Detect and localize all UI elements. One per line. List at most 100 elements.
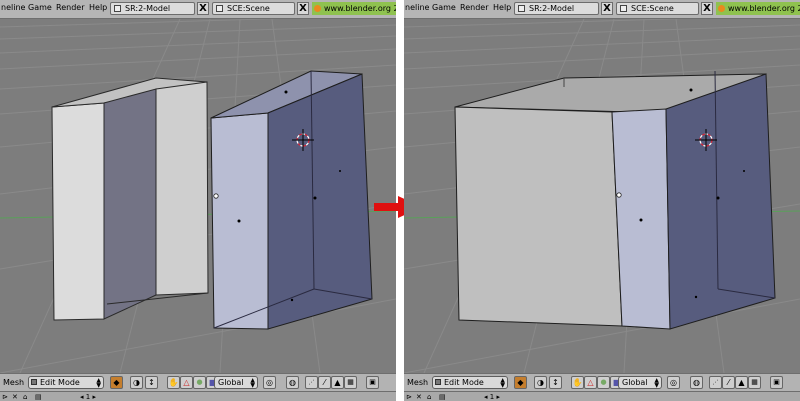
mode-dropdown[interactable]: Edit Mode ▲ ▼: [432, 376, 508, 389]
menu-game[interactable]: Game: [432, 3, 456, 12]
website-url: www.blender.org 244: [324, 4, 396, 13]
render-preview-icon[interactable]: ▣: [770, 376, 783, 389]
footer-icon-1[interactable]: ⊳: [406, 393, 412, 401]
vertex-select-icon[interactable]: ⋰: [305, 376, 318, 389]
mode-value: Edit Mode: [444, 378, 484, 387]
face-select-icon[interactable]: ▲: [331, 376, 344, 389]
scene-selector[interactable]: SCE:Scene: [616, 2, 699, 15]
orientation-dropdown[interactable]: Global ▲ ▼: [214, 376, 258, 389]
object-select-icon[interactable]: ◍: [286, 376, 299, 389]
updown-arrows-icon: ▲ ▼: [96, 377, 101, 389]
scene-close-button[interactable]: X: [297, 2, 309, 15]
footer-bar: ⊳ ✕ ⌂ ▤ ◂ 1 ▸: [404, 391, 800, 401]
footer-icon-4[interactable]: ▤: [439, 393, 446, 401]
updown-arrows-icon: ▲ ▼: [250, 377, 255, 389]
updown-arrows-icon: ▲ ▼: [500, 377, 505, 389]
face-select-icon[interactable]: ▲: [735, 376, 748, 389]
menu-game[interactable]: Game: [28, 3, 52, 12]
selected-half-box[interactable]: [210, 70, 373, 330]
scene-close-button[interactable]: X: [701, 2, 713, 15]
scene-name: SCE:Scene: [227, 4, 270, 13]
gray-half-box[interactable]: [51, 77, 209, 321]
website-link[interactable]: www.blender.org 244: [716, 2, 800, 15]
screen-name: SR:2-Model: [125, 4, 171, 13]
pivot-icon[interactable]: ↕: [549, 376, 562, 389]
3d-viewport[interactable]: [404, 19, 800, 373]
translate-manipulator-icon[interactable]: △: [180, 376, 193, 389]
info-header: neline Game Render Help SR:2-Model X SCE…: [0, 0, 396, 19]
edit-mode-icon: [435, 379, 441, 385]
layer-value: 1: [489, 393, 495, 401]
screen-icon: [518, 5, 525, 12]
blender-logo-icon: [718, 5, 725, 12]
website-link[interactable]: www.blender.org 244: [312, 2, 396, 15]
mode-value: Edit Mode: [40, 378, 80, 387]
menu-help[interactable]: Help: [493, 3, 511, 12]
translate-manipulator-icon[interactable]: △: [584, 376, 597, 389]
rotate-manipulator-icon[interactable]: ●: [193, 376, 206, 389]
3d-view-header: Mesh Edit Mode ▲ ▼ ◆ ◑ ↕ ✋ △ ● ■ Global ▲ ▼ …: [0, 373, 396, 392]
occlude-geometry-icon[interactable]: ▦: [748, 376, 761, 389]
shading-icon[interactable]: ◑: [130, 376, 143, 389]
footer-icon-3[interactable]: ⌂: [427, 393, 431, 401]
menu-timeline[interactable]: neline: [405, 3, 429, 12]
rotate-manipulator-icon[interactable]: ●: [597, 376, 610, 389]
object-origin-dot: [616, 192, 622, 198]
layer-field[interactable]: ◂ 1 ▸: [80, 393, 96, 401]
occlude-geometry-icon[interactable]: ▦: [344, 376, 357, 389]
footer-icon-1[interactable]: ⊳: [2, 393, 8, 401]
mode-dropdown[interactable]: Edit Mode ▲ ▼: [28, 376, 104, 389]
info-header: neline Game Render Help SR:2-Model X SCE…: [404, 0, 800, 19]
screen-close-button[interactable]: X: [197, 2, 209, 15]
layer-field[interactable]: ◂ 1 ▸: [484, 393, 500, 401]
viewport-scene: [404, 19, 800, 373]
3d-viewport[interactable]: [0, 19, 396, 373]
proportional-edit-icon[interactable]: ◎: [263, 376, 276, 389]
manipulator-hand-icon[interactable]: ✋: [167, 376, 180, 389]
screen-selector[interactable]: SR:2-Model: [110, 2, 195, 15]
scene-selector[interactable]: SCE:Scene: [212, 2, 295, 15]
joined-box[interactable]: [454, 70, 776, 330]
manipulator-hand-icon[interactable]: ✋: [571, 376, 584, 389]
layer-value: 1: [85, 393, 91, 401]
edge-select-icon[interactable]: ⁄: [722, 376, 735, 389]
mesh-menu[interactable]: Mesh: [3, 378, 24, 387]
pivot-icon[interactable]: ↕: [145, 376, 158, 389]
menu-render[interactable]: Render: [460, 3, 488, 12]
footer-bar: ⊳ ✕ ⌂ ▤ ◂ 1 ▸: [0, 391, 396, 401]
menu-timeline[interactable]: neline: [1, 3, 25, 12]
shading-icon[interactable]: ◑: [534, 376, 547, 389]
screen-selector[interactable]: SR:2-Model: [514, 2, 599, 15]
draw-type-icon[interactable]: ◆: [110, 376, 123, 389]
right-blender-window: neline Game Render Help SR:2-Model X SCE…: [404, 0, 800, 401]
object-select-icon[interactable]: ◍: [690, 376, 703, 389]
website-url: www.blender.org 244: [728, 4, 800, 13]
menu-help[interactable]: Help: [89, 3, 107, 12]
orientation-value: Global: [622, 378, 648, 387]
updown-arrows-icon: ▲ ▼: [654, 377, 659, 389]
object-origin-dot: [213, 193, 219, 199]
edit-mode-icon: [31, 379, 37, 385]
vertex-select-icon[interactable]: ⋰: [709, 376, 722, 389]
blender-logo-icon: [314, 5, 321, 12]
3d-view-header: Mesh Edit Mode ▲ ▼ ◆ ◑ ↕ ✋ △ ● ■ Global ▲ ▼ …: [404, 373, 800, 392]
edge-select-icon[interactable]: ⁄: [318, 376, 331, 389]
footer-icon-2[interactable]: ✕: [416, 393, 422, 401]
screen-icon: [114, 5, 121, 12]
screen-name: SR:2-Model: [529, 4, 575, 13]
viewport-scene: [0, 19, 396, 373]
footer-icon-4[interactable]: ▤: [35, 393, 42, 401]
render-preview-icon[interactable]: ▣: [366, 376, 379, 389]
mesh-menu[interactable]: Mesh: [407, 378, 428, 387]
scene-icon: [620, 5, 627, 12]
scene-icon: [216, 5, 223, 12]
orientation-dropdown[interactable]: Global ▲ ▼: [618, 376, 662, 389]
menu-render[interactable]: Render: [56, 3, 84, 12]
draw-type-icon[interactable]: ◆: [514, 376, 527, 389]
left-blender-window: neline Game Render Help SR:2-Model X SCE…: [0, 0, 396, 401]
screen-close-button[interactable]: X: [601, 2, 613, 15]
scene-name: SCE:Scene: [631, 4, 674, 13]
proportional-edit-icon[interactable]: ◎: [667, 376, 680, 389]
footer-icon-3[interactable]: ⌂: [23, 393, 27, 401]
footer-icon-2[interactable]: ✕: [12, 393, 18, 401]
